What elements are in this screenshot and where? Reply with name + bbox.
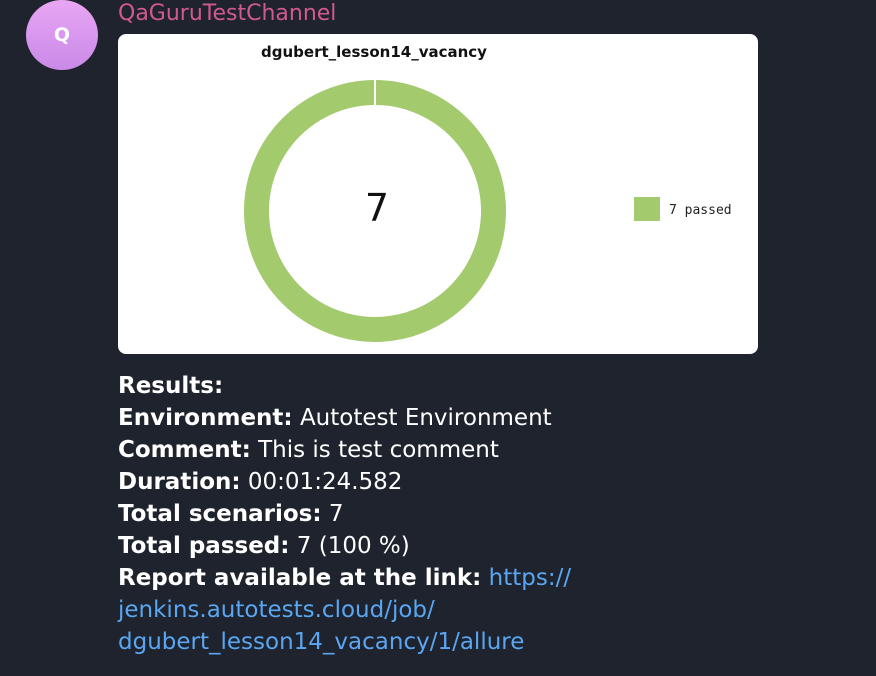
duration-value: 00:01:24.582 xyxy=(247,469,403,495)
duration-label: Duration: xyxy=(118,469,241,495)
comment-label: Comment: xyxy=(118,437,251,463)
report-link-line-2: jenkins.autotests.cloud/job/ xyxy=(118,594,838,626)
donut-chart xyxy=(244,80,506,342)
legend-swatch xyxy=(634,197,660,221)
environment-label: Environment: xyxy=(118,405,293,431)
message-text: Results: Environment: Autotest Environme… xyxy=(118,370,838,658)
total-scenarios-value: 7 xyxy=(328,501,344,527)
chart-center-value: 7 xyxy=(364,186,390,230)
results-label: Results: xyxy=(118,373,224,399)
avatar-letter: Q xyxy=(53,24,71,46)
environment-value: Autotest Environment xyxy=(299,405,552,431)
report-line: Report available at the link: https:// xyxy=(118,562,838,594)
avatar[interactable]: Q xyxy=(26,0,98,70)
report-link-part-1[interactable]: https:// xyxy=(489,565,571,591)
total-passed-line: Total passed: 7 (100 %) xyxy=(118,530,838,562)
total-passed-value: 7 (100 %) xyxy=(296,533,410,559)
chart-title: dgubert_lesson14_vacancy xyxy=(261,43,487,61)
total-scenarios-line: Total scenarios: 7 xyxy=(118,498,838,530)
comment-value: This is test comment xyxy=(258,437,499,463)
results-line: Results: xyxy=(118,370,838,402)
comment-line: Comment: This is test comment xyxy=(118,434,838,466)
chart-image[interactable]: dgubert_lesson14_vacancy 7 7 passed xyxy=(118,34,758,354)
report-label: Report available at the link: xyxy=(118,565,482,591)
total-scenarios-label: Total scenarios: xyxy=(118,501,322,527)
report-link-part-3[interactable]: dgubert_lesson14_vacancy/1/allure xyxy=(118,629,524,655)
sender-name[interactable]: QaGuruTestChannel xyxy=(118,1,336,27)
legend-label: 7 passed xyxy=(669,203,732,218)
environment-line: Environment: Autotest Environment xyxy=(118,402,838,434)
duration-line: Duration: 00:01:24.582 xyxy=(118,466,838,498)
report-link-part-2[interactable]: jenkins.autotests.cloud/job/ xyxy=(118,597,435,623)
report-link-line-3: dgubert_lesson14_vacancy/1/allure xyxy=(118,626,838,658)
total-passed-label: Total passed: xyxy=(118,533,290,559)
